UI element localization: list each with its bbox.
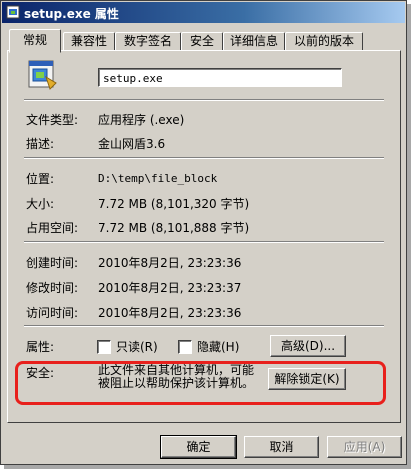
tab-digital-signatures[interactable]: 数字签名 [115,32,181,50]
application-icon [28,60,57,90]
modified-value: 2010年8月2日, 23:23:37 [98,281,242,295]
disk-size-label: 占用空间: [26,221,79,235]
location-value: D:\temp\file_block [98,172,218,185]
created-label: 创建时间: [26,256,79,270]
tab-compatibility[interactable]: 兼容性 [63,32,115,50]
file-name-field[interactable]: setup.exe [98,68,342,87]
readonly-label[interactable]: 只读(R) [116,338,158,355]
file-type-value: 应用程序 (.exe) [98,113,185,127]
tab-details[interactable]: 详细信息 [223,32,285,50]
modified-label: 修改时间: [26,281,79,295]
separator [24,99,384,101]
separator [24,241,384,243]
tab-security[interactable]: 安全 [181,32,223,50]
accessed-value: 2010年8月2日, 23:23:36 [98,306,242,320]
hidden-checkbox[interactable] [178,340,192,354]
created-value: 2010年8月2日, 23:23:36 [98,256,242,270]
accessed-label: 访问时间: [26,306,79,320]
advanced-button[interactable]: 高级(D)... [270,335,346,357]
description-value: 金山网盾3.6 [98,137,166,151]
separator [24,325,384,327]
security-highlight-annotation [15,361,386,405]
properties-window: setup.exe 属性 常规 兼容性 数字签名 安全 详细信息 以前的版本 s… [0,0,407,465]
attributes-label: 属性: [26,340,55,354]
window-title: setup.exe 属性 [24,7,119,21]
apply-button[interactable]: 应用(A) [327,436,402,458]
apply-button-label: 应用(A) [343,440,386,454]
size-value: 7.72 MB (8,101,320 字节) [98,197,250,211]
tab-strip: 常规 兼容性 数字签名 安全 详细信息 以前的版本 [7,29,399,53]
tab-general[interactable]: 常规 [9,29,61,53]
readonly-checkbox[interactable] [97,340,111,354]
title-bar[interactable]: setup.exe 属性 [2,2,405,23]
location-label: 位置: [26,172,55,186]
setup-file-icon [6,5,20,19]
disk-size-value: 7.72 MB (8,101,888 字节) [98,221,250,235]
ok-button[interactable]: 确定 [160,435,237,459]
hidden-label[interactable]: 隐藏(H) [197,338,239,355]
file-type-label: 文件类型: [26,113,79,127]
description-label: 描述: [26,137,55,151]
size-label: 大小: [26,197,55,211]
separator [24,157,384,159]
tab-previous-versions[interactable]: 以前的版本 [285,32,363,50]
cancel-button[interactable]: 取消 [244,436,319,458]
